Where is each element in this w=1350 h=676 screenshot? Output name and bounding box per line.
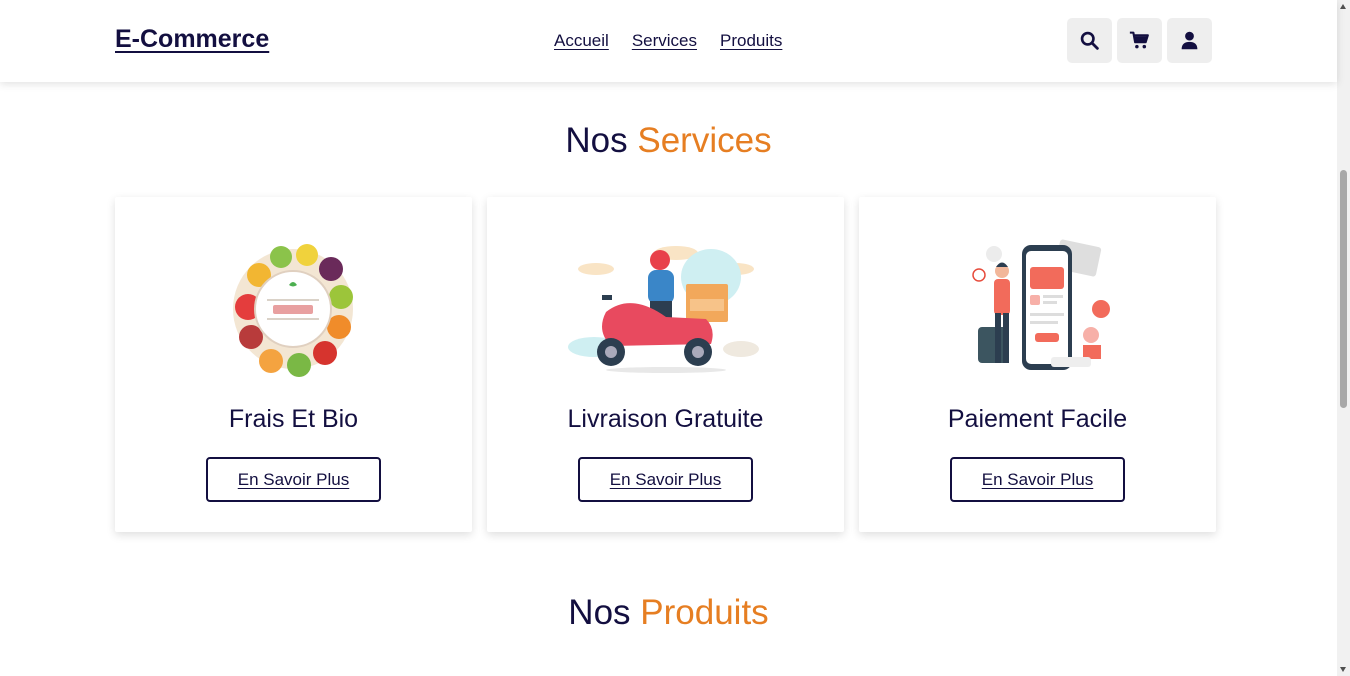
scroll-up-arrow-icon[interactable] <box>1340 4 1346 9</box>
services-heading-prefix: Nos <box>565 121 628 160</box>
learn-more-button[interactable]: En Savoir Plus <box>950 457 1125 502</box>
services-heading-accent: Services <box>637 121 772 160</box>
products-heading-accent: Produits <box>640 593 769 632</box>
service-card-free-delivery: Livraison Gratuite En Savoir Plus <box>487 197 844 532</box>
service-title: Frais Et Bio <box>228 405 359 433</box>
main-nav: Accueil Services Produits <box>554 31 782 51</box>
scrollbar-thumb[interactable] <box>1340 170 1347 408</box>
service-title: Paiement Facile <box>947 405 1128 433</box>
service-card-fresh-organic: Frais Et Bio En Savoir Plus <box>115 197 472 532</box>
nav-link-produits[interactable]: Produits <box>720 31 782 51</box>
organic-fruits-illustration <box>115 237 472 382</box>
learn-more-button[interactable]: En Savoir Plus <box>578 457 753 502</box>
cart-icon <box>1129 31 1149 49</box>
site-header: E-Commerce Accueil Services Produits <box>0 0 1337 82</box>
learn-more-button[interactable]: En Savoir Plus <box>206 457 381 502</box>
service-title: Livraison Gratuite <box>567 405 764 433</box>
search-icon <box>1080 31 1099 50</box>
header-icons <box>1067 18 1212 63</box>
scroll-down-arrow-icon[interactable] <box>1340 667 1346 672</box>
mobile-payment-illustration <box>859 237 1216 382</box>
user-icon <box>1181 31 1198 50</box>
cart-button[interactable] <box>1117 18 1162 63</box>
account-button[interactable] <box>1167 18 1212 63</box>
nav-link-accueil[interactable]: Accueil <box>554 31 609 51</box>
products-heading-prefix: Nos <box>568 593 631 632</box>
site-logo[interactable]: E-Commerce <box>115 25 269 54</box>
vertical-scrollbar[interactable] <box>1337 0 1350 676</box>
search-button[interactable] <box>1067 18 1112 63</box>
products-heading: Nos Produits <box>0 593 1337 633</box>
services-heading: Nos Services <box>0 121 1337 161</box>
service-card-easy-payment: Paiement Facile En Savoir Plus <box>859 197 1216 532</box>
delivery-scooter-illustration <box>487 237 844 382</box>
nav-link-services[interactable]: Services <box>632 31 697 51</box>
